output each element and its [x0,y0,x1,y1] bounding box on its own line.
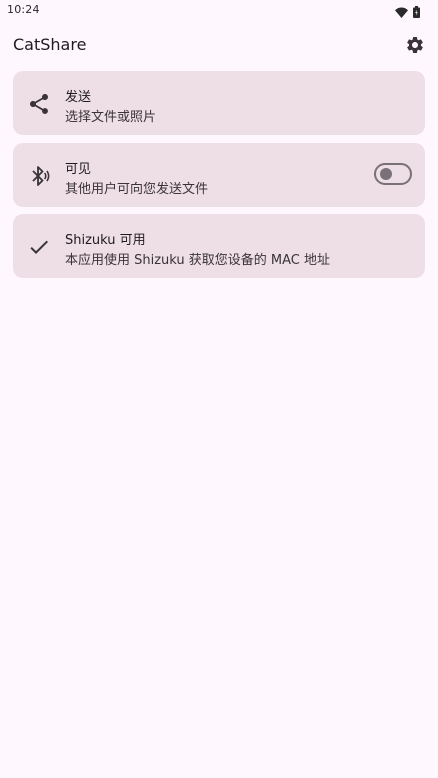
send-card[interactable]: 发送 选择文件或照片 [13,71,425,135]
bluetooth-icon [27,164,51,188]
status-time: 10:24 [7,3,40,16]
visible-card-subtitle: 其他用户可向您发送文件 [65,182,209,197]
share-icon [27,92,51,116]
visible-card: 可见 其他用户可向您发送文件 [13,143,425,207]
visible-card-title: 可见 [65,162,92,177]
visibility-toggle[interactable] [374,163,412,185]
send-card-subtitle: 选择文件或照片 [65,110,157,125]
check-icon [27,235,51,259]
battery-icon [413,3,420,22]
gear-icon [407,36,423,53]
shizuku-card-title: Shizuku 可用 [65,233,146,248]
settings-button[interactable] [405,35,425,55]
wifi-icon [395,3,408,22]
shizuku-card-subtitle: 本应用使用 Shizuku 获取您设备的 MAC 地址 [65,253,331,268]
status-bar: 10:24 [0,0,438,20]
toggle-thumb [380,168,392,180]
shizuku-card: Shizuku 可用 本应用使用 Shizuku 获取您设备的 MAC 地址 [13,214,425,278]
status-icons [395,3,420,22]
app-bar: CatShare [0,28,438,62]
app-title: CatShare [13,35,87,54]
send-card-title: 发送 [65,90,92,105]
